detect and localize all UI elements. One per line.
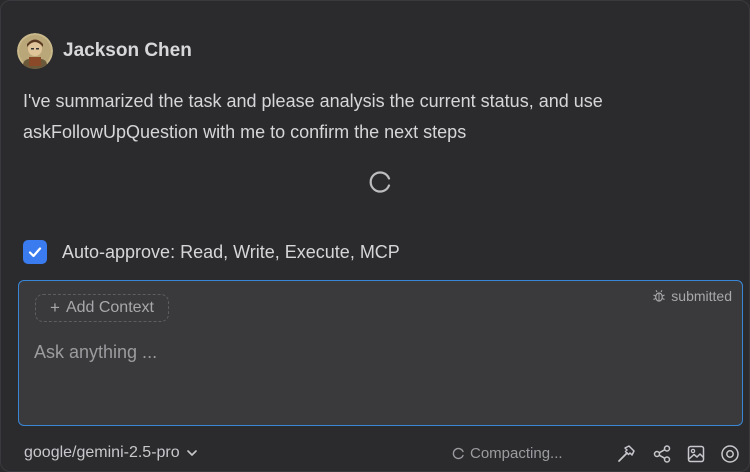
submitted-status: submitted xyxy=(652,288,732,304)
record-icon[interactable] xyxy=(720,444,740,464)
checkmark-icon xyxy=(28,247,42,258)
chat-panel: Jackson Chen I've summarized the task an… xyxy=(0,0,750,472)
hammer-icon[interactable] xyxy=(616,444,636,464)
bug-icon xyxy=(653,290,666,302)
image-icon[interactable] xyxy=(686,444,706,464)
add-context-label: Add Context xyxy=(65,299,154,316)
input-footer: google/gemini-2.5-pro Compacting... xyxy=(1,438,749,470)
message-text: I've summarized the task and please anal… xyxy=(23,91,603,142)
auto-approve-label: Auto-approve: Read, Write, Execute, MCP xyxy=(62,241,400,262)
auto-approve-toggle[interactable]: Auto-approve: Read, Write, Execute, MCP xyxy=(23,240,400,264)
username: Jackson Chen xyxy=(63,40,192,61)
model-selector[interactable]: google/gemini-2.5-pro xyxy=(24,444,198,462)
chat-input-box[interactable]: + Add Context submitted xyxy=(18,280,743,426)
model-label: google/gemini-2.5-pro xyxy=(24,444,180,461)
compacting-label: Compacting... xyxy=(470,445,563,462)
loading-spinner-icon xyxy=(369,170,393,194)
submitted-label: submitted xyxy=(671,288,732,304)
prompt-input[interactable] xyxy=(34,339,714,365)
plus-icon: + xyxy=(50,298,60,317)
add-context-button[interactable]: + Add Context xyxy=(35,294,169,322)
compacting-status: Compacting... xyxy=(452,445,563,462)
chevron-down-icon xyxy=(186,450,197,456)
message-header: Jackson Chen xyxy=(17,33,192,69)
share-icon[interactable] xyxy=(652,444,672,464)
avatar xyxy=(17,33,53,69)
loading-spinner-icon xyxy=(452,447,464,460)
auto-approve-checkbox[interactable] xyxy=(23,240,47,264)
